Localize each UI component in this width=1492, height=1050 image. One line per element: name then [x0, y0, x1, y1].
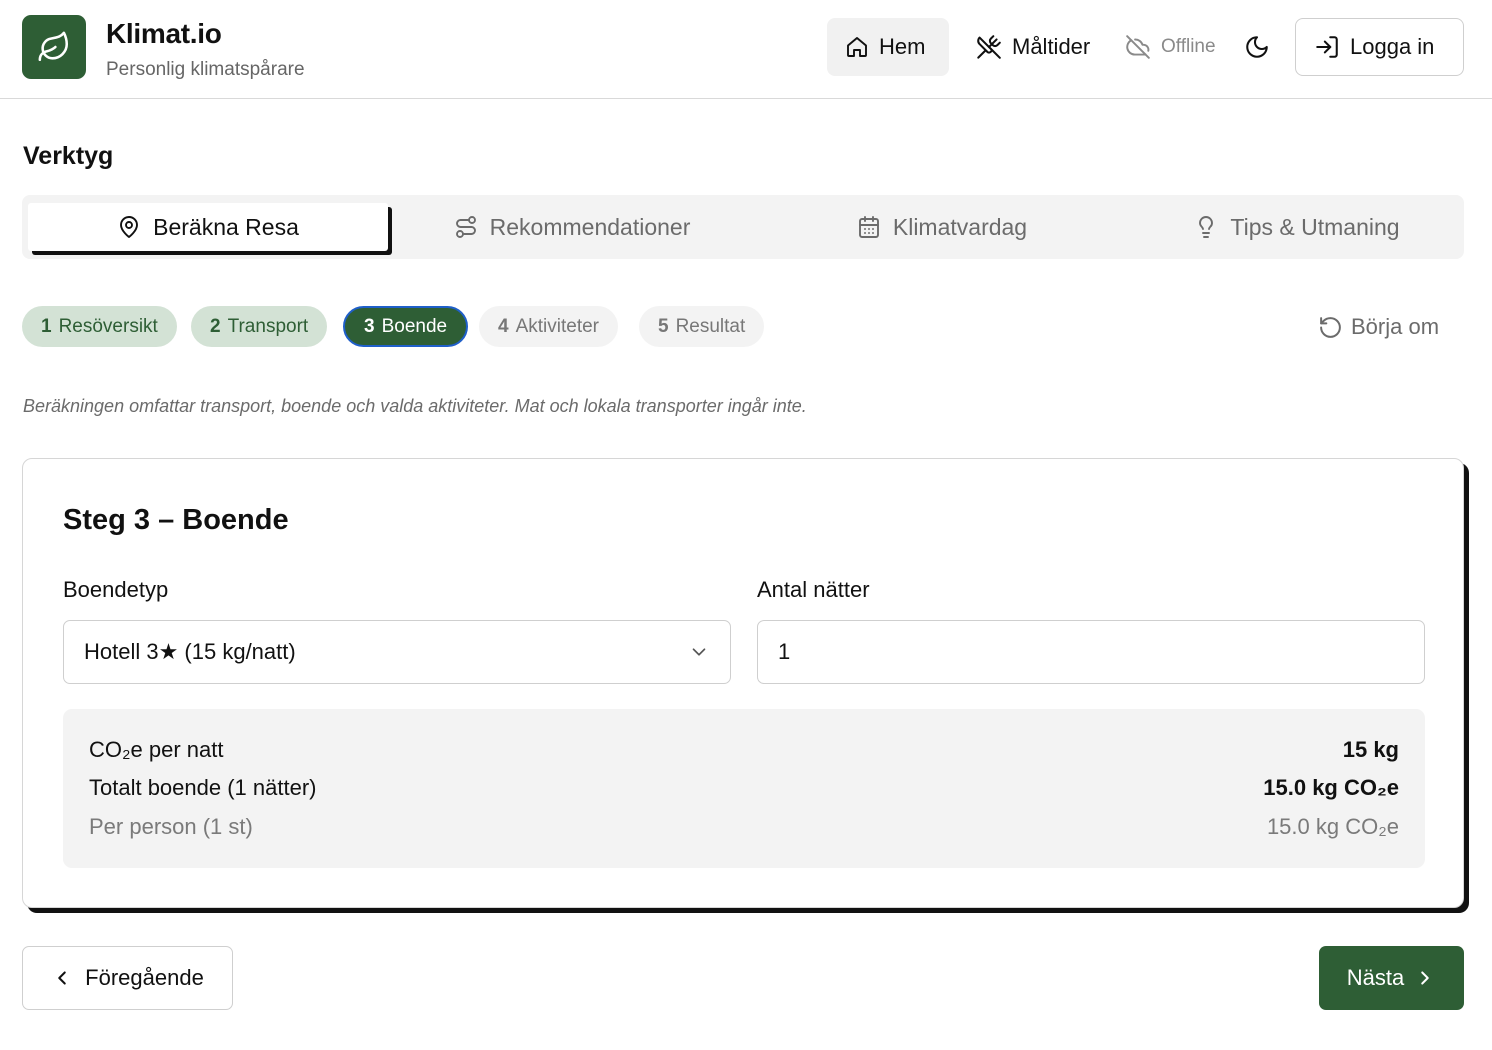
login-label: Logga in	[1350, 34, 1435, 59]
summary-row-per-night: CO₂e per natt 15 kg	[89, 737, 1399, 763]
step-number: 3	[364, 315, 375, 337]
previous-button[interactable]: Föregående	[22, 946, 233, 1010]
tab-label: Klimatvardag	[892, 213, 1028, 240]
step-number: 4	[498, 315, 509, 337]
chevron-right-icon	[1414, 967, 1436, 989]
card-title: Steg 3 – Boende	[63, 504, 289, 536]
summary-label: Per person (1 st)	[89, 814, 253, 839]
chevron-left-icon	[51, 967, 73, 989]
accommodation-type-label: Boendetyp	[63, 577, 169, 602]
step-number: 2	[210, 315, 221, 337]
rotate-ccw-icon	[1318, 315, 1343, 340]
tool-tabs: Beräkna Resa Rekommendationer Klimatvard…	[22, 195, 1464, 259]
app-subtitle: Personlig klimatspårare	[106, 59, 305, 80]
chevron-down-icon	[688, 641, 710, 663]
app-header: Klimat.io Personlig klimatspårare Hem Må…	[0, 0, 1492, 99]
step-resoversikt[interactable]: 1 Resöversikt	[22, 306, 177, 347]
offline-label: Offline	[1161, 36, 1216, 57]
tab-label: Beräkna Resa	[153, 213, 299, 240]
select-value: Hotell 3★ (15 kg/natt)	[84, 639, 296, 664]
map-pin-icon	[117, 215, 141, 239]
app-title: Klimat.io	[106, 18, 222, 49]
utensils-crossed-icon	[976, 34, 1002, 60]
theme-toggle-button[interactable]	[1232, 18, 1282, 76]
step-label: Resultat	[675, 315, 746, 337]
step-number: 1	[41, 315, 52, 337]
summary-row-per-person: Per person (1 st) 15.0 kg CO₂e	[89, 814, 1399, 840]
nav-home-label: Hem	[879, 34, 926, 59]
restart-label: Börja om	[1351, 314, 1440, 339]
summary-label: Totalt boende (1 nätter)	[89, 775, 317, 800]
log-in-icon	[1314, 34, 1340, 60]
step-label: Transport	[227, 315, 309, 337]
step-transport[interactable]: 2 Transport	[191, 306, 328, 347]
cloud-off-icon	[1125, 34, 1151, 60]
home-icon	[845, 35, 869, 59]
step-label: Boende	[381, 315, 448, 337]
emission-summary: CO₂e per natt 15 kg Totalt boende (1 nät…	[63, 709, 1425, 868]
next-label: Nästa	[1346, 965, 1405, 990]
offline-status: Offline	[1107, 18, 1237, 76]
nights-label: Antal nätter	[757, 577, 870, 602]
summary-value: 15 kg	[1342, 737, 1399, 762]
nav-meals-label: Måltider	[1012, 34, 1091, 59]
step-number: 5	[658, 315, 669, 337]
summary-value: 15.0 kg CO₂e	[1263, 775, 1399, 800]
summary-row-total: Totalt boende (1 nätter) 15.0 kg CO₂e	[89, 775, 1399, 801]
summary-value: 15.0 kg CO₂e	[1266, 814, 1399, 839]
nav-meals-button[interactable]: Måltider	[958, 18, 1116, 76]
tab-berakna-resa[interactable]: Beräkna Resa	[28, 203, 388, 251]
restart-button[interactable]: Börja om	[1318, 306, 1439, 348]
calendar-icon	[857, 215, 881, 239]
nav-home-button[interactable]: Hem	[827, 18, 949, 76]
step-resultat[interactable]: 5 Resultat	[639, 306, 765, 347]
moon-icon	[1244, 34, 1270, 60]
tab-tips-utmaning[interactable]: Tips & Utmaning	[1157, 203, 1437, 251]
tab-klimatvardag[interactable]: Klimatvardag	[817, 203, 1067, 251]
step-aktiviteter[interactable]: 4 Aktiviteter	[479, 306, 618, 347]
nights-value: 1	[778, 639, 791, 664]
accommodation-card: Steg 3 – Boende Boendetyp Antal nätter H…	[22, 458, 1464, 908]
tab-label: Tips & Utmaning	[1230, 213, 1400, 240]
login-button[interactable]: Logga in	[1295, 18, 1464, 76]
previous-label: Föregående	[85, 965, 204, 990]
step-label: Resöversikt	[58, 315, 158, 337]
next-button[interactable]: Nästa	[1319, 946, 1464, 1010]
lightbulb-icon	[1194, 215, 1218, 239]
tab-label: Rekommendationer	[489, 213, 691, 240]
leaf-icon[interactable]	[22, 15, 86, 79]
nights-input[interactable]: 1	[757, 620, 1425, 684]
accommodation-type-select[interactable]: Hotell 3★ (15 kg/natt)	[63, 620, 731, 684]
route-icon	[454, 215, 478, 239]
step-label: Aktiviteter	[515, 315, 599, 337]
section-title: Verktyg	[23, 142, 114, 170]
step-boende[interactable]: 3 Boende	[343, 306, 469, 347]
tab-rekommendationer[interactable]: Rekommendationer	[422, 203, 722, 251]
summary-label: CO₂e per natt	[89, 737, 224, 762]
calculation-note: Beräkningen omfattar transport, boende o…	[23, 396, 807, 416]
